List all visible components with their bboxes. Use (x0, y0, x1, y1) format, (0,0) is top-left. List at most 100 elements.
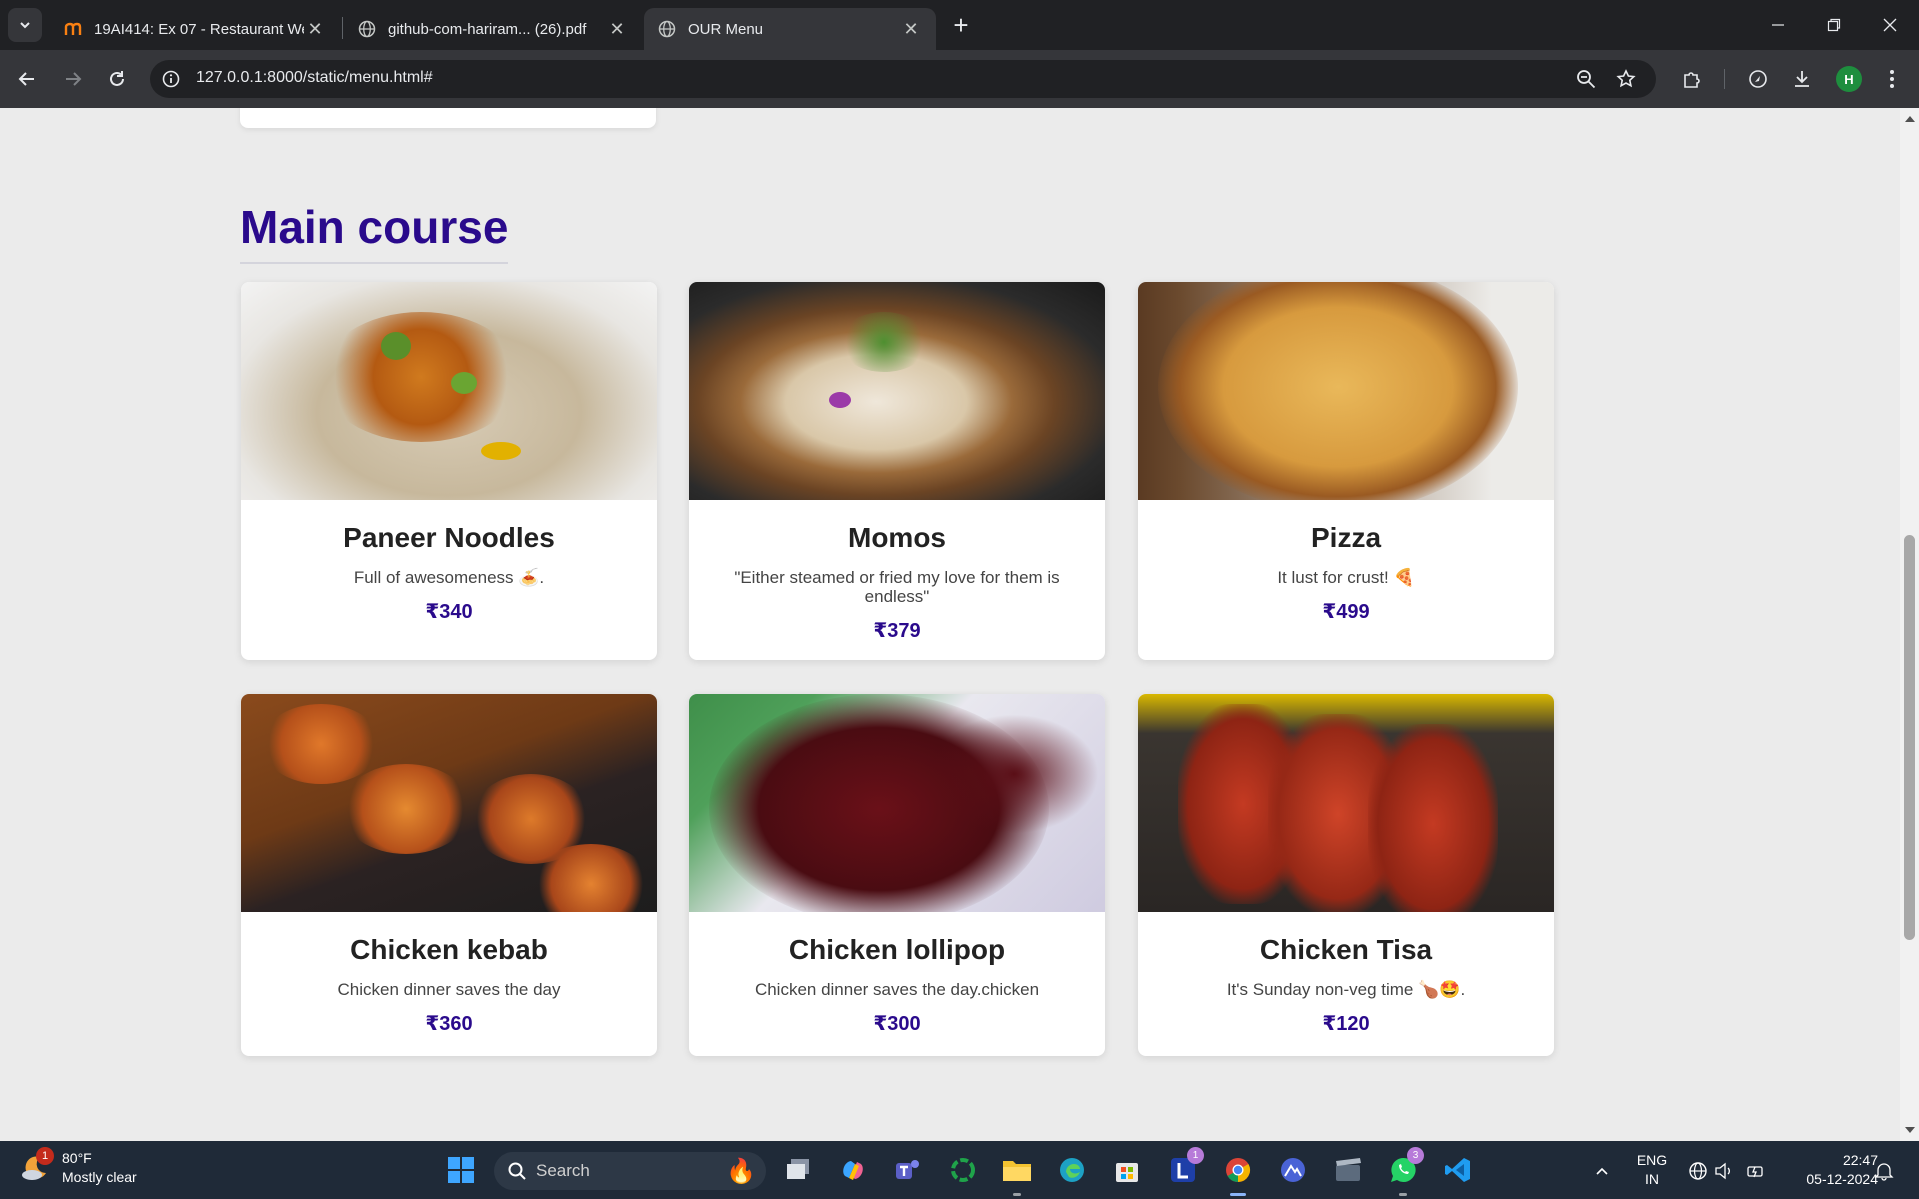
reload-icon (110, 71, 124, 86)
extensions-button[interactable] (1674, 61, 1710, 97)
scroll-thumb[interactable] (1904, 535, 1915, 940)
globe-icon (358, 20, 376, 38)
menu-card-chicken-lollipop[interactable]: Chicken lollipop Chicken dinner saves th… (689, 694, 1105, 1056)
back-button[interactable] (9, 61, 45, 97)
restore-icon (1827, 18, 1841, 32)
reload-button[interactable] (99, 61, 135, 97)
moodle-icon (64, 20, 82, 38)
battery-charging-icon[interactable] (1746, 1161, 1766, 1181)
notification-bell-icon[interactable] (1874, 1161, 1894, 1181)
menu-card-chicken-kebab[interactable]: Chicken kebab Chicken dinner saves the d… (241, 694, 657, 1056)
vscode-icon (1445, 1158, 1470, 1182)
downloads-button[interactable] (1784, 61, 1820, 97)
clock-time: 22:47 (1842, 1152, 1878, 1168)
edge-button[interactable] (1055, 1153, 1089, 1187)
media-app-button[interactable] (1331, 1153, 1365, 1187)
item-description: Chicken dinner saves the day (337, 980, 561, 999)
page-scrollbar[interactable] (1900, 108, 1919, 1141)
close-window-button[interactable] (1862, 0, 1918, 50)
chicken-kebab-photo (241, 694, 657, 912)
minimize-button[interactable] (1750, 0, 1806, 50)
menu-card-pizza[interactable]: Pizza It lust for crust! 🍕 ₹499 (1138, 282, 1554, 660)
kebab-menu-icon (1890, 70, 1894, 88)
tab-title: github-com-hariram... (26).pdf (388, 20, 587, 38)
new-tab-button[interactable]: + (944, 10, 978, 40)
close-icon[interactable]: ✕ (304, 18, 326, 40)
vscode-button[interactable] (1441, 1153, 1475, 1187)
tab-title: 19AI414: Ex 07 - Restaurant We (94, 20, 304, 38)
windows-logo-icon (448, 1157, 474, 1183)
item-price: ₹360 (425, 1013, 473, 1035)
weather-badge: 1 (36, 1147, 54, 1165)
close-icon (1883, 18, 1897, 32)
performance-button[interactable] (1740, 61, 1776, 97)
taskbar-search[interactable]: Search 🔥 (494, 1152, 766, 1190)
item-description: It lust for crust! 🍕 (1277, 568, 1415, 587)
clapperboard-icon (1336, 1158, 1361, 1181)
folder-icon (1003, 1161, 1031, 1181)
close-icon[interactable]: ✕ (606, 18, 628, 40)
site-info-icon[interactable] (160, 68, 182, 90)
tab-our-menu[interactable]: OUR Menu ✕ (644, 8, 936, 50)
menu-card-momos[interactable]: Momos "Either steamed or fried my love f… (689, 282, 1105, 660)
volume-icon[interactable] (1714, 1161, 1734, 1181)
scroll-down-arrow-icon[interactable] (1905, 1127, 1915, 1133)
running-indicator (1013, 1193, 1021, 1196)
lens-app-button[interactable]: 1 (1166, 1147, 1204, 1187)
forward-button[interactable] (55, 61, 91, 97)
language-indicator[interactable]: ENG IN (1632, 1151, 1672, 1189)
momos-photo (689, 282, 1105, 500)
close-icon[interactable]: ✕ (900, 18, 922, 40)
file-explorer-button[interactable] (1000, 1153, 1034, 1196)
browser-toolbar: 127.0.0.1:8000/static/menu.html# H (0, 50, 1919, 108)
url-text: 127.0.0.1:8000/static/menu.html# (196, 69, 433, 86)
tab-search-button[interactable] (8, 8, 42, 42)
section-title: Main course (240, 200, 509, 264)
zoom-icon[interactable] (1572, 66, 1600, 92)
green-ring-icon (951, 1158, 975, 1182)
lang-region: IN (1645, 1171, 1659, 1187)
paneer-noodles-photo (241, 282, 657, 500)
item-description: Chicken dinner saves the day.chicken (754, 980, 1040, 999)
chicken-lollipop-photo (689, 694, 1105, 912)
chevron-up-icon[interactable] (1592, 1161, 1612, 1181)
item-price: ₹499 (1322, 601, 1370, 623)
weather-widget[interactable]: 1 80°F Mostly clear (20, 1147, 137, 1187)
restore-button[interactable] (1806, 0, 1862, 50)
scroll-up-arrow-icon[interactable] (1905, 116, 1915, 122)
tab-pdf[interactable]: github-com-hariram... (26).pdf ✕ (344, 8, 642, 50)
arrow-left-icon (18, 72, 34, 86)
item-name: Pizza (1310, 522, 1382, 553)
address-bar[interactable]: 127.0.0.1:8000/static/menu.html# (150, 60, 1656, 98)
profile-avatar[interactable]: H (1836, 66, 1862, 92)
clock-date: 05-12-2024 (1806, 1171, 1878, 1187)
whatsapp-button[interactable]: 3 (1386, 1147, 1424, 1196)
copilot-button[interactable] (836, 1153, 870, 1187)
circle-app-button[interactable] (946, 1153, 980, 1187)
task-view-button[interactable] (781, 1153, 815, 1187)
speedometer-icon (1749, 70, 1767, 88)
notification-badge: 1 (1187, 1147, 1204, 1164)
weather-temp: 80°F (62, 1150, 92, 1166)
chicken-tisa-photo (1138, 694, 1554, 912)
tab-separator (342, 17, 343, 39)
start-button[interactable] (444, 1153, 478, 1187)
network-globe-icon[interactable] (1688, 1161, 1708, 1181)
store-button[interactable] (1110, 1153, 1144, 1187)
menu-card-paneer-noodles[interactable]: Paneer Noodles Full of awesomeness 🍝. ₹3… (241, 282, 657, 660)
chrome-button[interactable] (1221, 1153, 1255, 1196)
tab-moodle[interactable]: 19AI414: Ex 07 - Restaurant We ✕ (50, 8, 340, 50)
item-name: Paneer Noodles (343, 522, 555, 553)
menu-card-chicken-tisa[interactable]: Chicken Tisa It's Sunday non-veg time 🍗🤩… (1138, 694, 1554, 1056)
bookmark-star-icon[interactable] (1612, 66, 1640, 92)
chevron-down-icon (20, 22, 30, 29)
item-name: Chicken lollipop (788, 934, 1006, 965)
teams-button[interactable] (890, 1153, 924, 1187)
clock[interactable]: 22:47 05-12-2024 (1782, 1151, 1878, 1189)
vector-app-button[interactable] (1276, 1153, 1310, 1187)
item-price: ₹300 (873, 1013, 921, 1035)
globe-icon (658, 20, 676, 38)
menu-button[interactable] (1874, 61, 1910, 97)
fireplace-icon: 🔥 (726, 1157, 756, 1185)
running-indicator (1399, 1193, 1407, 1196)
